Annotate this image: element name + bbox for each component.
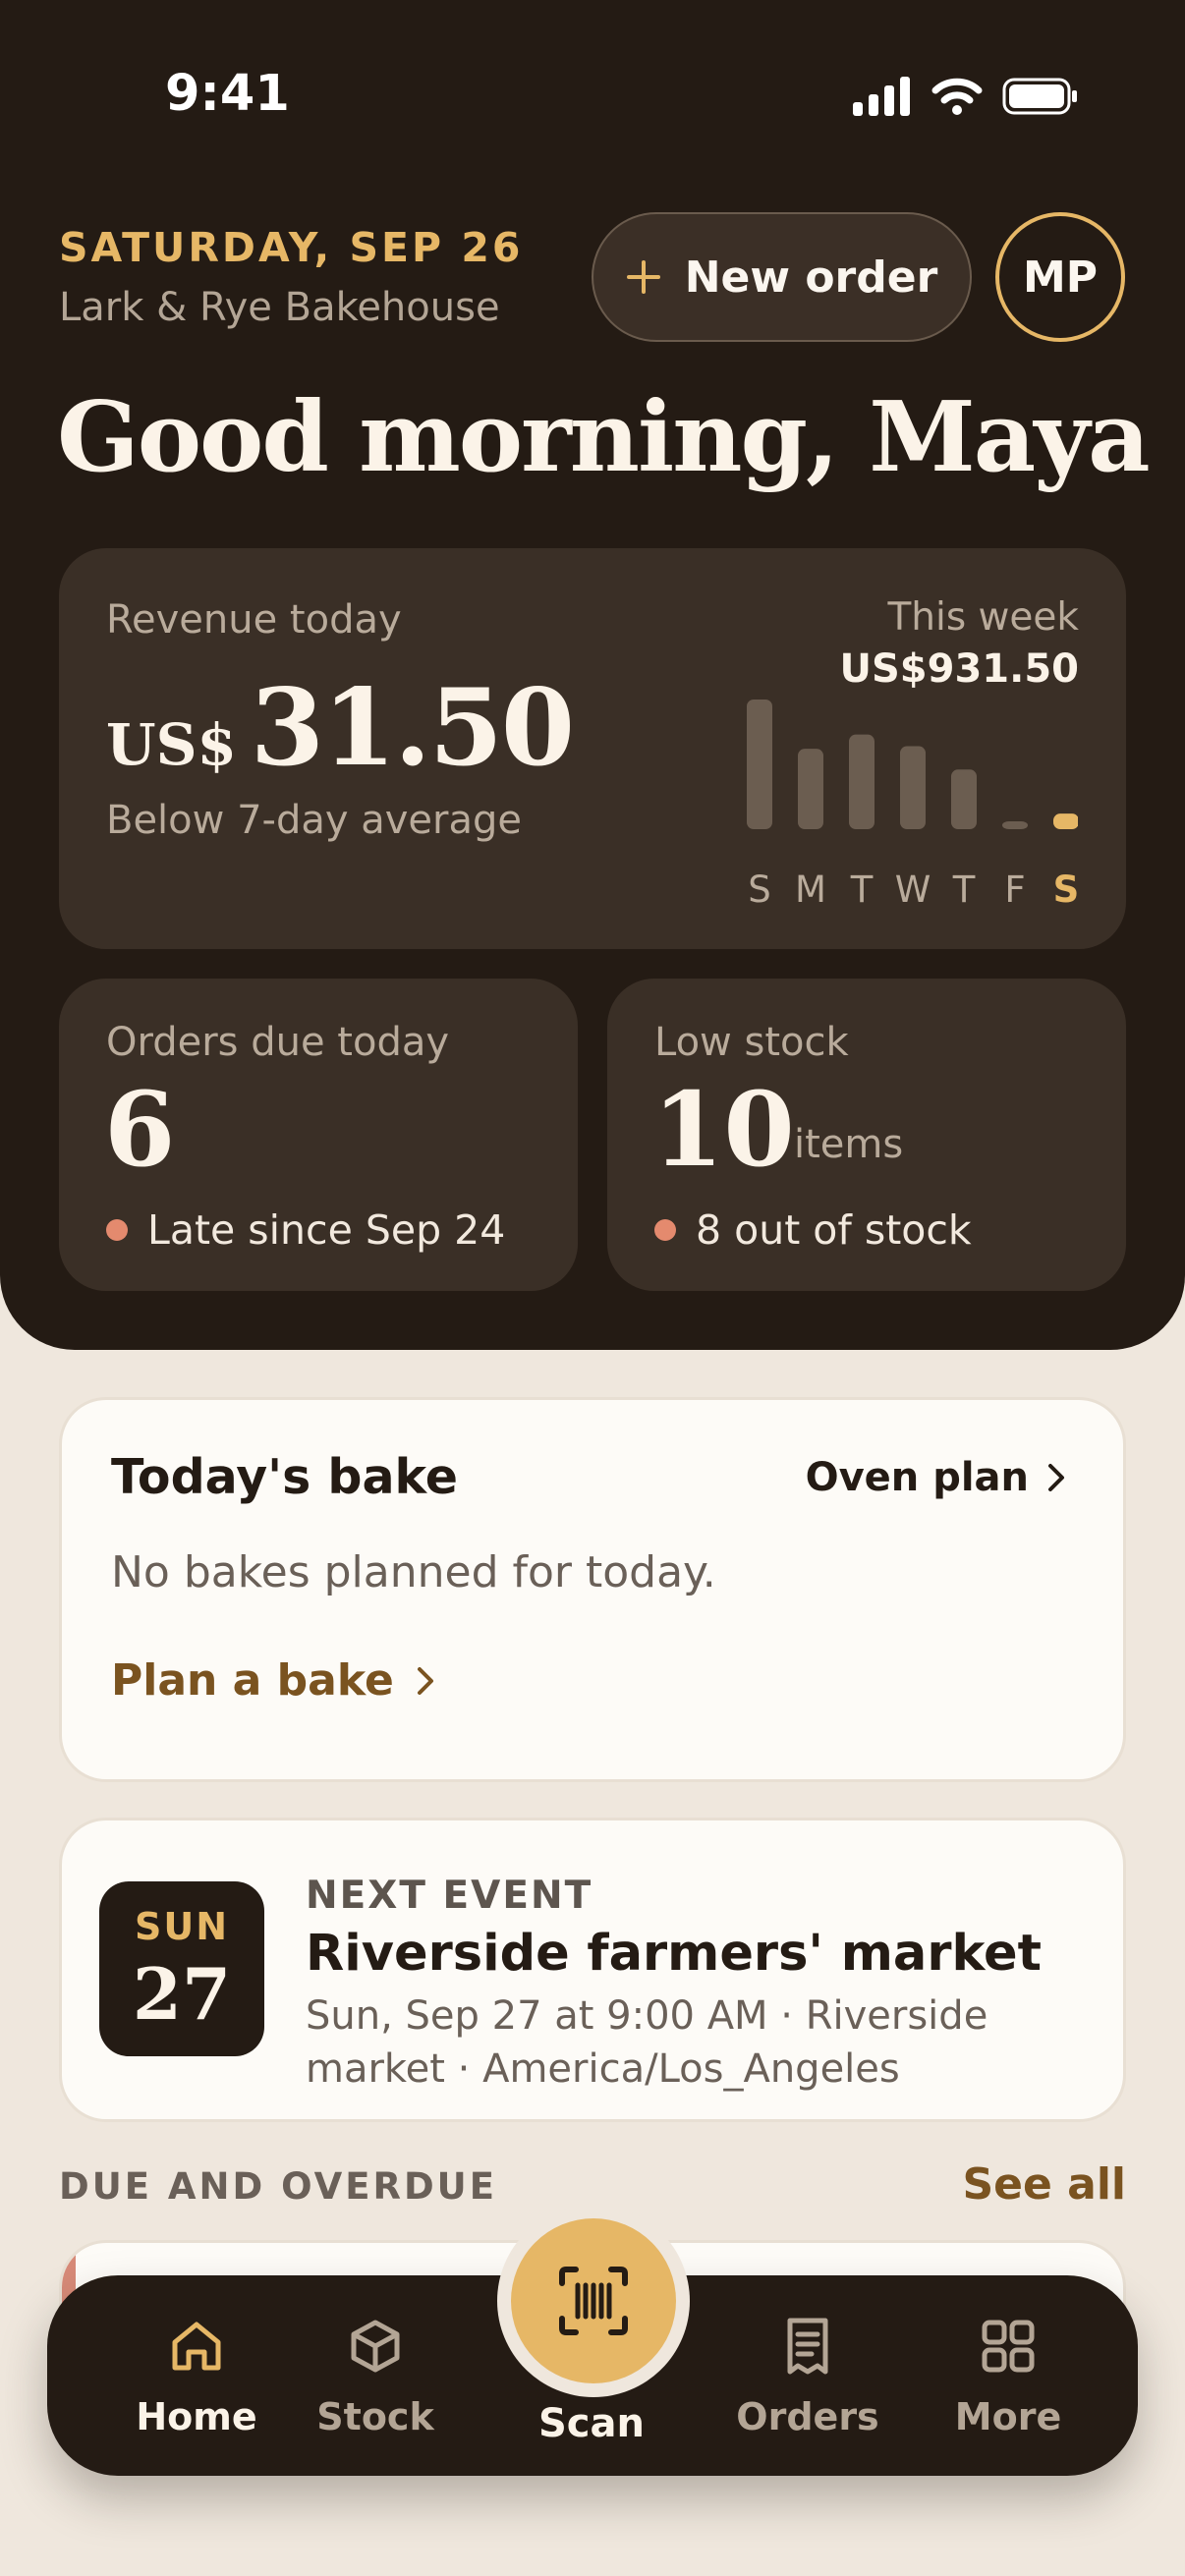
chart-bar — [951, 769, 977, 829]
chart-tick-label: F — [1004, 868, 1025, 911]
todays-bake-card: Today's bake Oven plan No bakes planned … — [59, 1397, 1126, 1782]
tab-scan-label[interactable]: Scan — [493, 2401, 690, 2446]
low-stock-count: 10 — [652, 1069, 795, 1190]
chart-tick-label: T — [952, 868, 976, 911]
plan-a-bake-link[interactable]: Plan a bake — [111, 1655, 435, 1706]
wifi-icon — [931, 78, 983, 115]
plan-a-bake-label: Plan a bake — [111, 1655, 394, 1706]
signal-icon — [853, 77, 910, 116]
avatar[interactable]: MP — [995, 212, 1125, 342]
orders-due-label: Orders due today — [106, 1020, 450, 1065]
tab-stock[interactable]: Stock — [287, 2315, 464, 2438]
orders-due-note-text: Late since Sep 24 — [147, 1206, 506, 1254]
chart-bar — [849, 734, 875, 829]
low-stock-card[interactable]: Low stock 10 items 8 out of stock — [607, 979, 1126, 1291]
new-order-label: New order — [684, 252, 938, 303]
low-stock-unit: items — [794, 1122, 904, 1167]
revenue-amount: US$ 31.50 — [106, 666, 575, 790]
tab-more[interactable]: More — [920, 2315, 1097, 2438]
status-icons — [853, 77, 1079, 116]
chart-tick-label: W — [895, 868, 931, 911]
orders-due-note: Late since Sep 24 — [106, 1206, 505, 1254]
header-date: SATURDAY, SEP 26 — [59, 224, 524, 271]
bake-empty-text: No bakes planned for today. — [111, 1547, 716, 1597]
chevron-right-icon — [417, 1666, 433, 1695]
battery-icon — [1002, 78, 1077, 115]
oven-plan-link[interactable]: Oven plan — [806, 1455, 1066, 1500]
scan-button[interactable] — [511, 2218, 676, 2383]
see-all-link[interactable]: See all — [962, 2159, 1126, 2210]
revenue-card[interactable]: Revenue today US$ 31.50 Below 7-day aver… — [59, 548, 1126, 949]
alert-dot — [106, 1219, 128, 1241]
tab-home[interactable]: Home — [108, 2315, 285, 2438]
section-title-due: DUE AND OVERDUE — [59, 2165, 498, 2208]
event-title: Riverside farmers' market — [306, 1925, 1043, 1983]
orders-due-card[interactable]: Orders due today 6 Late since Sep 24 — [59, 979, 578, 1291]
bake-title: Today's bake — [111, 1449, 459, 1505]
low-stock-note: 8 out of stock — [654, 1206, 972, 1254]
tab-more-label: More — [954, 2395, 1062, 2438]
chevron-right-icon — [1048, 1464, 1064, 1491]
event-date-badge: SUN 27 — [99, 1881, 264, 2056]
revenue-currency: US$ — [106, 711, 237, 778]
tab-orders[interactable]: Orders — [719, 2315, 896, 2438]
tab-stock-label: Stock — [316, 2395, 434, 2438]
alert-dot — [654, 1219, 676, 1241]
home-icon — [172, 2322, 221, 2371]
page-title: Good morning, Maya — [57, 381, 1151, 494]
event-detail: Sun, Sep 27 at 9:00 AM · Riverside marke… — [306, 1993, 988, 2092]
revenue-note: Below 7-day average — [106, 798, 522, 843]
plus-icon — [626, 260, 660, 294]
chart-tick-label: S — [748, 868, 771, 911]
low-stock-label: Low stock — [654, 1020, 849, 1065]
barcode-icon — [559, 2267, 628, 2335]
chart-bar — [798, 749, 823, 829]
event-date-number: 27 — [132, 1952, 232, 2036]
new-order-button[interactable]: New order — [592, 212, 972, 342]
box-icon — [351, 2320, 400, 2373]
grid-icon — [982, 2320, 1035, 2373]
business-name: Lark & Rye Bakehouse — [59, 285, 500, 330]
chart-bar — [747, 700, 772, 829]
orders-due-count: 6 — [104, 1069, 176, 1190]
event-kicker: NEXT EVENT — [306, 1874, 593, 1918]
chart-tick-label: T — [850, 868, 874, 911]
low-stock-note-text: 8 out of stock — [696, 1206, 972, 1254]
chart-bar — [1053, 813, 1078, 829]
oven-plan-label: Oven plan — [805, 1455, 1029, 1500]
revenue-label: Revenue today — [106, 597, 402, 643]
chart-bar — [1002, 821, 1028, 829]
week-label: This week — [887, 595, 1079, 640]
event-day: SUN — [134, 1905, 230, 1948]
receipt-icon — [787, 2318, 828, 2375]
next-event-card[interactable]: SUN 27 NEXT EVENT Riverside farmers' mar… — [59, 1818, 1126, 2122]
tab-orders-label: Orders — [736, 2395, 879, 2438]
revenue-value: 31.50 — [250, 666, 575, 790]
chart-bar — [900, 746, 926, 829]
tab-home-label: Home — [136, 2395, 257, 2438]
chart-tick-label: M — [795, 868, 826, 911]
status-time: 9:41 — [165, 65, 290, 123]
chart-tick-label: S — [1053, 868, 1078, 911]
weekly-bar-chart: SMTWTFS — [747, 700, 1078, 911]
